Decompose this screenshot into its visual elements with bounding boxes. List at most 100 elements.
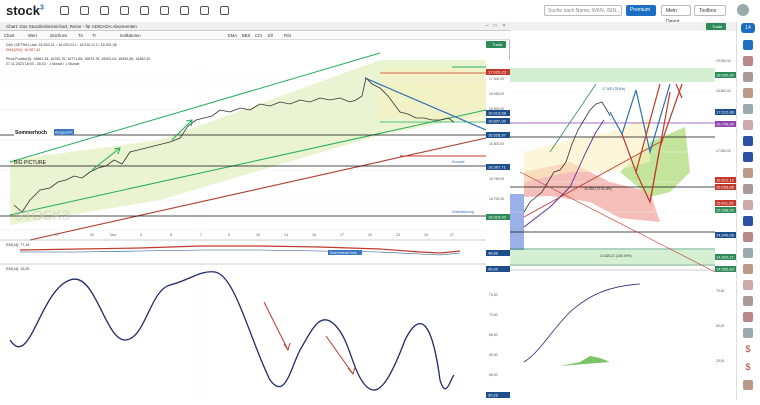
sommerhoch-label: Sommerhoch xyxy=(15,130,47,136)
top-navigation-bar: stock3 Suche nach Name, WKN, ISIN... Pre… xyxy=(0,0,760,25)
svg-text:19.000,00: 19.000,00 xyxy=(716,59,731,63)
svg-text:17: 17 xyxy=(340,233,344,237)
right-indicator-line xyxy=(523,283,641,363)
premium-button[interactable]: Premium xyxy=(626,5,656,16)
sidebar-dollar-icon[interactable]: $ xyxy=(743,344,753,354)
sidebar-avatar-11[interactable] xyxy=(743,264,753,274)
sidebar-citi-icon-2[interactable] xyxy=(743,152,753,162)
svg-text:70,00: 70,00 xyxy=(489,313,498,317)
sidebar-avatar-10[interactable] xyxy=(743,248,753,258)
trade-button-label: Trade xyxy=(492,42,503,47)
sidebar-avatar-7[interactable] xyxy=(743,184,753,194)
svg-text:14.560,83: 14.560,83 xyxy=(716,267,735,272)
svg-text:16: 16 xyxy=(312,233,316,237)
toolbar-ema[interactable]: EMA xyxy=(228,32,237,39)
sidebar-avatar-5[interactable] xyxy=(743,120,753,130)
svg-text:16.913,58: 16.913,58 xyxy=(488,111,507,116)
calendar-icon[interactable] xyxy=(100,6,109,15)
svg-text:3: 3 xyxy=(140,233,142,237)
svg-text:75,00: 75,00 xyxy=(716,289,724,293)
secondary-chart-canvas[interactable]: Trade 17.002 (78.6%) 16.993 (72.91.8%) 1… xyxy=(510,22,736,400)
sidebar-item-expand-icon[interactable] xyxy=(743,40,753,50)
svg-text:16.367,71: 16.367,71 xyxy=(488,165,507,170)
svg-text:14.820,21: 14.820,21 xyxy=(716,255,735,260)
toolbox-button[interactable]: Toolbox xyxy=(694,5,726,16)
fib-label-100: 14.820,21 (100.00%) xyxy=(600,254,632,258)
svg-text:45,00: 45,00 xyxy=(488,267,499,272)
sidebar-avatar-12[interactable] xyxy=(743,280,753,290)
window-title: Chart: Das Stundenbeizeichart, Reine - f… xyxy=(0,22,510,31)
svg-text:14: 14 xyxy=(284,233,288,237)
svg-text:55,00: 55,00 xyxy=(489,373,498,377)
stock3-watermark: STOCK3 xyxy=(14,207,70,223)
svg-text:23: 23 xyxy=(396,233,400,237)
svg-text:20: 20 xyxy=(368,233,372,237)
avatar[interactable] xyxy=(737,4,749,16)
home-icon[interactable] xyxy=(60,6,69,15)
stock3-logo[interactable]: stock3 xyxy=(6,3,44,18)
toolbar-zeichnen[interactable]: Zeichnen xyxy=(50,32,67,39)
main-chart-canvas[interactable]: DAX (XETRA) Last: 16.933,21 ↑ 16.020,01 … xyxy=(0,40,510,400)
svg-text:20: 20 xyxy=(90,233,94,237)
secondary-chart[interactable]: Trade 17.002 (78.6%) 16.993 (72.91.8%) 1… xyxy=(510,22,736,400)
info-line-2: EMA(200): 16.967,43 xyxy=(6,48,40,52)
sidebar-avatar-14[interactable] xyxy=(743,312,753,322)
community-icon[interactable] xyxy=(200,6,209,15)
toolbar-ell[interactable]: Ell xyxy=(268,32,273,39)
sidebar-citi-icon-3[interactable] xyxy=(743,216,753,226)
svg-text:27: 27 xyxy=(450,233,454,237)
maximize-icon[interactable]: □ xyxy=(492,23,498,29)
sidebar-citi-icon[interactable] xyxy=(743,136,753,146)
minimize-icon[interactable]: – xyxy=(484,23,490,29)
svg-text:16.093,88: 16.093,88 xyxy=(716,185,735,190)
search-input[interactable]: Suche nach Name, WKN, ISIN... xyxy=(544,5,622,16)
fib-label-right: 17.002 (78.6%) xyxy=(602,87,625,91)
right-histogram xyxy=(560,356,610,366)
toolbar-chart[interactable]: Chart xyxy=(4,32,14,39)
toolbar-rsi[interactable]: RSI xyxy=(284,32,291,39)
my-depot-button[interactable]: Mein Depot xyxy=(661,5,691,25)
watchlist-icon[interactable] xyxy=(140,6,149,15)
news-icon[interactable] xyxy=(80,6,89,15)
sidebar-avatar-13[interactable] xyxy=(743,296,753,306)
chart-icon[interactable] xyxy=(120,6,129,15)
share-icon[interactable] xyxy=(160,6,169,15)
level-label-support: Unterstützung xyxy=(452,210,474,214)
sidebar-avatar-8[interactable] xyxy=(743,200,753,210)
toolbar-cci[interactable]: CCI xyxy=(255,32,262,39)
info-line-4: 27.11.2023 18:00 - 28.03 · 1 Monat / 1 S… xyxy=(6,62,79,66)
sidebar-avatar-2[interactable] xyxy=(743,72,753,82)
sidebar-avatar-3[interactable] xyxy=(743,88,753,98)
right-sidebar: 14 $ $ xyxy=(736,22,760,400)
svg-text:16.800,00: 16.800,00 xyxy=(489,142,504,146)
sidebar-avatar-6[interactable] xyxy=(743,168,753,178)
svg-text:6: 6 xyxy=(170,233,172,237)
notification-badge[interactable]: 14 xyxy=(741,23,755,33)
svg-text:16.745,00: 16.745,00 xyxy=(716,122,735,127)
toolbar-bbs[interactable]: BBS xyxy=(242,32,250,39)
level-label-kursziel: Kursziel xyxy=(452,160,465,164)
more-icon[interactable] xyxy=(220,6,229,15)
toolbar-ti[interactable]: TI xyxy=(92,32,96,39)
x-axis-labels: 17 20 Nov 3 6 7 9 10 14 16 17 20 23 24 2… xyxy=(55,233,454,237)
svg-text:9: 9 xyxy=(228,233,230,237)
svg-text:17.020,23: 17.020,23 xyxy=(488,70,507,75)
toolbar-wert[interactable]: Wert xyxy=(28,32,37,39)
indicator2-line xyxy=(9,271,455,391)
svg-text:30,29: 30,29 xyxy=(488,393,499,398)
sidebar-avatar-16[interactable] xyxy=(743,380,753,390)
target-zone xyxy=(510,68,715,82)
close-icon[interactable]: × xyxy=(501,23,507,29)
sidebar-avatar-1[interactable] xyxy=(743,56,753,66)
svg-text:18.500,00: 18.500,00 xyxy=(716,89,731,93)
sidebar-dollar-icon-2[interactable]: $ xyxy=(743,362,753,372)
svg-text:Nov: Nov xyxy=(110,233,116,237)
alerts-icon[interactable] xyxy=(180,6,189,15)
svg-text:17: 17 xyxy=(55,233,59,237)
toolbar-indicators[interactable]: Indikatoren xyxy=(120,32,141,39)
sidebar-avatar-4[interactable] xyxy=(743,104,753,114)
fib-label-right-2: 16.993 (72.91.8%) xyxy=(584,187,612,191)
sidebar-avatar-9[interactable] xyxy=(743,232,753,242)
toolbar-ta[interactable]: TA xyxy=(78,32,83,39)
sidebar-avatar-15[interactable] xyxy=(743,328,753,338)
